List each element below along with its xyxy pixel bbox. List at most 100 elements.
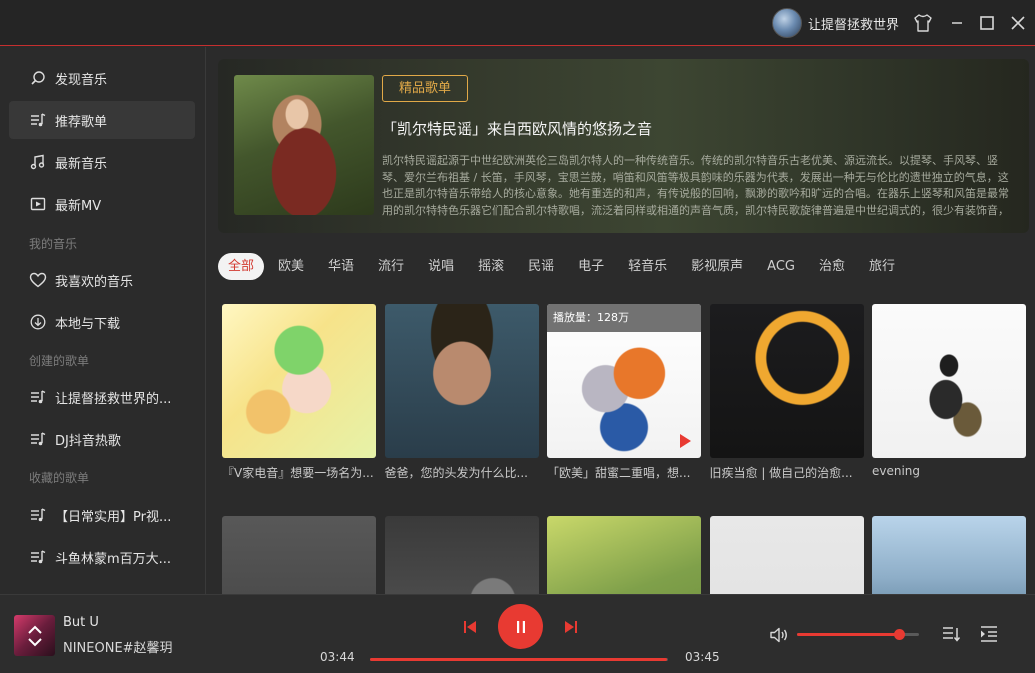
- category-tab[interactable]: 治愈: [809, 253, 855, 280]
- playlist-cover[interactable]: [547, 516, 701, 594]
- playlist-icon: [29, 388, 47, 406]
- sidebar-item-new-music[interactable]: 最新音乐: [9, 143, 195, 181]
- playlist-cover[interactable]: [709, 304, 864, 458]
- sidebar-item-collected-playlist-1[interactable]: 【日常实用】Pr视...: [9, 496, 195, 534]
- category-tab[interactable]: 摇滚: [468, 253, 514, 280]
- category-tab[interactable]: 影视原声: [681, 253, 753, 280]
- playlist-card[interactable]: 爸爸，您的头发为什么比...: [384, 304, 539, 481]
- sidebar-item-label: 最新音乐: [55, 156, 108, 172]
- banner-description: 凯尔特民谣起源于中世纪欧洲英伦三岛凯尔特人的一种传统音乐。传统的凯尔特音乐古老优…: [382, 154, 1009, 217]
- sidebar-item-created-playlist-1[interactable]: 让提督拯救世界的...: [9, 378, 195, 416]
- banner-cover-image[interactable]: [234, 75, 374, 215]
- sidebar-item-label: 【日常实用】Pr视...: [55, 509, 172, 525]
- volume-icon[interactable]: [767, 624, 791, 646]
- playlist-cover[interactable]: [384, 304, 539, 458]
- play-count: 播放量：128万: [547, 304, 701, 332]
- play-icon[interactable]: [680, 434, 691, 448]
- pause-icon: [516, 620, 525, 633]
- category-tab[interactable]: 欧美: [268, 253, 314, 280]
- playlist-cover[interactable]: [872, 516, 1026, 594]
- sidebar-item-liked-music[interactable]: 我喜欢的音乐: [9, 261, 195, 299]
- category-tab[interactable]: 民谣: [518, 253, 564, 280]
- playlist-card[interactable]: evening: [872, 304, 1026, 478]
- playlist-card[interactable]: 播放量：128万「欧美」甜蜜二重唱，想...: [547, 304, 701, 481]
- playlist-card[interactable]: [222, 516, 376, 594]
- sidebar-item-label: 推荐歌单: [55, 114, 108, 130]
- music-note-icon: [29, 153, 47, 171]
- username[interactable]: 让提督拯救世界: [808, 14, 899, 33]
- category-tab[interactable]: 华语: [318, 253, 364, 280]
- section-title-created-playlists: 创建的歌单: [29, 354, 90, 368]
- category-tab[interactable]: 电子: [568, 253, 614, 280]
- playlist-card[interactable]: [709, 516, 864, 594]
- progress-bar[interactable]: [370, 658, 668, 661]
- previous-icon[interactable]: [460, 617, 480, 637]
- user-profile[interactable]: 让提督拯救世界: [771, 7, 899, 39]
- now-playing-artist[interactable]: NINEONE#赵馨玥: [63, 637, 173, 656]
- section-title-my-music: 我的音乐: [29, 237, 78, 251]
- playlist-card[interactable]: 旧疾当愈 | 做自己的治愈...: [709, 304, 864, 481]
- category-tabs: 全部 欧美 华语 流行 说唱 摇滚 民谣 电子 轻音乐 影视原声 ACG 治愈 旅行: [218, 253, 909, 280]
- playlist-icon: [29, 548, 47, 566]
- minimize-icon[interactable]: [945, 11, 969, 35]
- sidebar: 发现音乐 推荐歌单 最新音乐 最新MV 我的音乐 我喜欢的音乐 本地与下载 创建…: [0, 47, 206, 594]
- playlist-name[interactable]: 旧疾当愈 | 做自己的治愈...: [710, 464, 862, 481]
- category-tab[interactable]: 轻音乐: [618, 253, 677, 280]
- sidebar-item-label: 最新MV: [55, 198, 102, 214]
- playlist-cover[interactable]: [709, 516, 864, 594]
- pause-button[interactable]: [498, 604, 543, 649]
- volume-fill: [797, 633, 900, 636]
- playlist-cover[interactable]: [222, 304, 376, 458]
- category-tab[interactable]: 说唱: [418, 253, 464, 280]
- section-title-collected-playlists: 收藏的歌单: [29, 471, 90, 485]
- progress-fill: [370, 658, 667, 661]
- playlist-cover[interactable]: [222, 516, 376, 594]
- player-bar: But U NINEONE#赵馨玥 03:44 03:45: [0, 594, 1035, 673]
- playlist-card[interactable]: 『V家电音』想要一场名为...: [222, 304, 376, 481]
- sidebar-item-collected-playlist-2[interactable]: 斗鱼林蒙m百万大...: [9, 538, 195, 576]
- volume-slider[interactable]: [797, 629, 919, 640]
- playlist-name[interactable]: evening: [872, 464, 1024, 478]
- sidebar-item-created-playlist-2[interactable]: DJ抖音热歌: [9, 420, 195, 458]
- sidebar-item-new-mv[interactable]: 最新MV: [9, 185, 195, 223]
- category-tab[interactable]: ACG: [757, 253, 805, 280]
- playlist-name[interactable]: 『V家电音』想要一场名为...: [222, 464, 374, 481]
- playlist-name[interactable]: 「欧美」甜蜜二重唱，想...: [547, 464, 699, 481]
- playlist-card[interactable]: [384, 516, 539, 594]
- sidebar-item-local-download[interactable]: 本地与下载: [9, 303, 195, 341]
- sidebar-item-discover[interactable]: 发现音乐: [9, 59, 195, 97]
- maximize-icon[interactable]: [975, 11, 999, 35]
- playlist-cover[interactable]: [872, 304, 1026, 458]
- next-icon[interactable]: [561, 617, 581, 637]
- category-tab[interactable]: 流行: [368, 253, 414, 280]
- volume-knob[interactable]: [894, 629, 906, 640]
- sidebar-item-recommended-playlists[interactable]: 推荐歌单: [9, 101, 195, 139]
- video-icon: [29, 195, 47, 213]
- skin-tshirt-icon[interactable]: [911, 11, 935, 35]
- current-time: 03:44: [320, 650, 355, 664]
- sidebar-item-label: DJ抖音热歌: [55, 433, 121, 449]
- playlist-cover[interactable]: [384, 516, 539, 594]
- banner-title[interactable]: 「凯尔特民谣」来自西欧风情的悠扬之音: [382, 118, 652, 139]
- sidebar-item-label: 发现音乐: [55, 72, 108, 88]
- close-icon[interactable]: [1006, 11, 1030, 35]
- avatar[interactable]: [771, 8, 802, 38]
- category-tab[interactable]: 全部: [218, 253, 265, 280]
- playlist-name[interactable]: 爸爸，您的头发为什么比...: [385, 464, 537, 481]
- category-tab[interactable]: 旅行: [859, 253, 905, 280]
- playlist-card[interactable]: [872, 516, 1026, 594]
- heart-icon: [29, 271, 47, 289]
- playlist-queue-icon[interactable]: [978, 624, 1000, 644]
- playlist-icon: [29, 506, 47, 524]
- featured-tag-button[interactable]: 精品歌单: [382, 75, 469, 102]
- now-playing-cover[interactable]: [14, 615, 55, 656]
- featured-playlist-banner[interactable]: 精品歌单 「凯尔特民谣」来自西欧风情的悠扬之音 凯尔特民谣起源于中世纪欧洲英伦三…: [218, 59, 1029, 233]
- play-order-icon[interactable]: [940, 624, 962, 644]
- playlist-icon: [29, 111, 47, 129]
- playlist-cover[interactable]: 播放量：128万: [547, 304, 701, 458]
- search-icon: [29, 69, 47, 87]
- now-playing-title[interactable]: But U: [63, 615, 99, 630]
- total-time: 03:45: [685, 650, 720, 664]
- sidebar-item-label: 我喜欢的音乐: [55, 274, 134, 290]
- playlist-card[interactable]: [547, 516, 701, 594]
